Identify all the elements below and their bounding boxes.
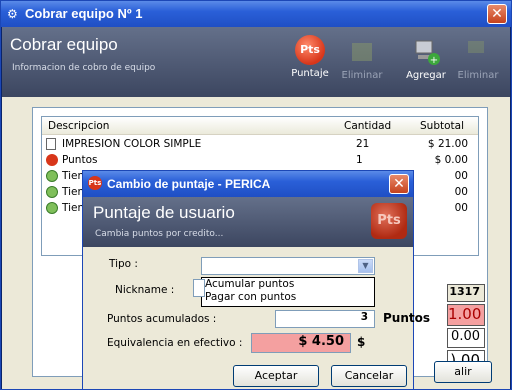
eliminar-label-1: Eliminar <box>341 70 383 81</box>
eliminar-button-1[interactable]: Eliminar <box>332 35 392 95</box>
window-title: Cobrar equipo Nº 1 <box>25 6 143 21</box>
time-icon <box>46 186 58 198</box>
col-cantidad[interactable]: Cantidad <box>344 120 391 132</box>
puntos-label: Puntos acumulados : <box>107 313 217 325</box>
eliminar-label-2: Eliminar <box>457 70 499 81</box>
puntos-unit: Puntos <box>383 311 431 325</box>
puntos-field[interactable]: 3 <box>275 310 375 328</box>
dialog-body: Tipo : ▼ Acumular puntos Pagar con punto… <box>83 247 430 389</box>
cancelar-button[interactable]: Cancelar <box>331 365 407 387</box>
puntaje-label: Puntaje <box>291 68 329 79</box>
summary-box-3[interactable]: 0.00 <box>447 328 485 348</box>
delete-icon <box>352 43 372 61</box>
pts-logo-icon: Pts <box>371 203 407 239</box>
dialog-header: Puntaje de usuario Cambia puntos por cre… <box>83 197 413 247</box>
row-qty: 1 <box>356 154 363 166</box>
summary-box-1: 1317 <box>447 284 485 302</box>
page-subtitle: Informacion de cobro de equipo <box>12 63 156 73</box>
row-qty: 21 <box>356 138 370 150</box>
pts-icon: Pts <box>295 35 325 65</box>
col-subtotal[interactable]: Subtotal <box>420 120 464 132</box>
document-icon <box>46 138 56 150</box>
tipo-dropdown: Acumular puntos Pagar con puntos <box>201 277 375 307</box>
equivalencia-unit: $ <box>357 335 366 349</box>
tipo-label: Tipo : <box>109 258 138 270</box>
points-dialog: Pts Cambio de puntaje - PERICA ✕ Puntaje… <box>82 170 430 390</box>
dialog-heading: Puntaje de usuario <box>93 203 235 222</box>
row-sub: 00 <box>454 202 468 214</box>
dialog-close-button[interactable]: ✕ <box>389 174 409 194</box>
list-header: Descripcion Cantidad Subtotal <box>42 117 478 135</box>
summary-box-2: 1.00 <box>447 304 485 326</box>
time-icon <box>46 170 58 182</box>
nickname-field[interactable] <box>193 279 205 297</box>
dialog-title-bar: Pts Cambio de puntaje - PERICA ✕ <box>83 171 413 197</box>
equivalencia-label: Equivalencia en efectivo : <box>107 337 243 349</box>
points-icon <box>46 154 58 166</box>
salir-button[interactable]: alir <box>434 361 492 383</box>
puntaje-button[interactable]: Pts Puntaje <box>280 35 340 95</box>
agregar-label: Agregar <box>406 70 446 81</box>
aceptar-button[interactable]: Aceptar <box>233 365 319 387</box>
svg-text:+: + <box>430 55 438 66</box>
title-bar: ⚙ Cobrar equipo Nº 1 ✕ <box>1 1 511 27</box>
close-button[interactable]: ✕ <box>487 4 507 24</box>
add-computer-icon: + <box>415 40 440 66</box>
tipo-select[interactable]: ▼ <box>201 257 375 275</box>
eliminar-button-2[interactable]: Eliminar <box>448 35 508 95</box>
time-icon <box>46 202 58 214</box>
page-title: Cobrar equipo <box>10 35 118 54</box>
table-row[interactable]: IMPRESION COLOR SIMPLE 21 $ 21.00 <box>46 137 476 152</box>
row-sub: $ 0.00 <box>434 154 468 166</box>
points-icon: Pts <box>88 176 102 190</box>
header-banner: Cobrar equipo Informacion de cobro de eq… <box>2 27 510 97</box>
row-desc: Puntos <box>62 154 98 166</box>
option-pagar[interactable]: Pagar con puntos <box>202 291 374 304</box>
equivalencia-field[interactable]: $ 4.50 <box>251 333 351 353</box>
row-sub: 00 <box>454 170 468 182</box>
row-desc: IMPRESION COLOR SIMPLE <box>62 138 202 150</box>
remove-computer-icon <box>468 41 484 53</box>
app-icon: ⚙ <box>7 7 18 21</box>
col-descripcion[interactable]: Descripcion <box>48 120 109 132</box>
option-acumular[interactable]: Acumular puntos <box>202 278 374 291</box>
row-sub: 00 <box>454 186 468 198</box>
row-sub: $ 21.00 <box>427 138 468 150</box>
chevron-down-icon[interactable]: ▼ <box>358 259 373 273</box>
nickname-label: Nickname : <box>115 284 175 296</box>
dialog-subheading: Cambia puntos por credito... <box>95 229 224 239</box>
agregar-button[interactable]: + Agregar <box>396 35 456 95</box>
table-row[interactable]: Puntos 1 $ 0.00 <box>46 153 476 168</box>
dialog-title: Cambio de puntaje - PERICA <box>107 177 271 191</box>
